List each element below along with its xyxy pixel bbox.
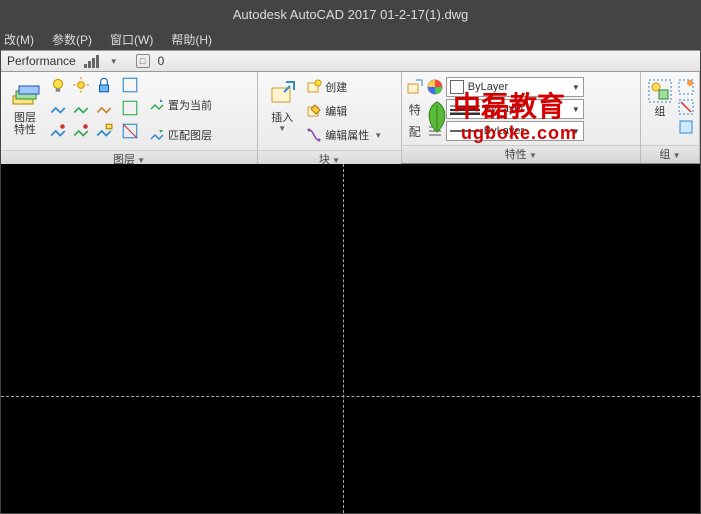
box-icon[interactable]: □ — [136, 54, 150, 68]
layer-tools-grid — [49, 76, 117, 144]
menu-modify[interactable]: 改(M) — [4, 31, 34, 48]
menu-window[interactable]: 窗口(W) — [110, 31, 153, 48]
color-wheel-icon[interactable] — [426, 78, 444, 96]
performance-label: Performance — [7, 54, 76, 68]
props-row2-label: 特 — [406, 101, 424, 118]
layer-unisolate-icon[interactable] — [72, 122, 90, 140]
layer-isolate-icon[interactable] — [49, 122, 67, 140]
layer-square3-icon[interactable] — [121, 122, 139, 140]
edit-block-icon — [306, 103, 322, 119]
insert-icon — [266, 78, 298, 110]
drawing-canvas[interactable] — [1, 164, 700, 513]
ribbon: 图层 特性 置为当前 — [1, 72, 700, 164]
crosshair-horizontal — [1, 396, 700, 397]
layer-stack-icon — [9, 78, 41, 110]
menu-help[interactable]: 帮助(H) — [171, 31, 212, 48]
set-current-icon — [149, 97, 165, 113]
linetype-icon — [450, 127, 480, 135]
edit-attr-button[interactable]: 编辑属性 ▼ — [306, 124, 382, 146]
layer-square2-icon[interactable] — [121, 99, 139, 117]
group-edit-icon[interactable] — [677, 78, 695, 96]
layer-freeze-icon[interactable] — [72, 99, 90, 117]
ungroup-icon[interactable] — [677, 98, 695, 116]
panel-props-title[interactable]: 特性 — [402, 145, 640, 163]
lock-icon[interactable] — [95, 76, 113, 94]
panel-group: 组 组 — [641, 72, 700, 163]
performance-value: 0 — [158, 54, 165, 68]
group-icon — [647, 78, 673, 104]
layer-off-icon[interactable] — [49, 99, 67, 117]
layer-properties-label: 图层 特性 — [14, 112, 36, 136]
set-current-button[interactable]: 置为当前 — [149, 94, 212, 116]
panel-layer: 图层 特性 置为当前 — [1, 72, 258, 163]
bulb-icon[interactable] — [49, 76, 67, 94]
layer-properties-button[interactable]: 图层 特性 — [5, 76, 45, 138]
create-block-button[interactable]: 创建 — [306, 76, 382, 98]
layer-tools-col2 — [121, 76, 143, 144]
props-row3-label: 配 — [406, 123, 424, 140]
create-block-icon — [306, 79, 322, 95]
match-layer-button[interactable]: 匹配图层 — [149, 124, 212, 146]
list-icon[interactable] — [426, 122, 444, 140]
match-layer-icon — [149, 127, 165, 143]
group-button[interactable]: 组 — [645, 76, 675, 120]
panel-properties: ByLayer▼ 特 ByLayer▼ 配 ByLayer▼ 特性 — [402, 72, 641, 163]
crosshair-vertical — [343, 164, 344, 513]
linetype-combo[interactable]: ByLayer▼ — [446, 121, 584, 141]
sun-icon[interactable] — [72, 76, 90, 94]
brush-icon[interactable] — [426, 100, 444, 118]
signal-icon — [84, 54, 102, 68]
panel-group-title[interactable]: 组 — [641, 145, 699, 163]
lineweight-icon — [450, 103, 480, 115]
menu-bar: 改(M) 参数(P) 窗口(W) 帮助(H) — [1, 28, 700, 50]
layer-square-icon[interactable] — [121, 76, 139, 94]
lineweight-combo[interactable]: ByLayer▼ — [446, 99, 584, 119]
group-bbox-icon[interactable] — [677, 118, 695, 136]
color-combo[interactable]: ByLayer▼ — [446, 77, 584, 97]
insert-button[interactable]: 插入 ▼ — [262, 76, 302, 135]
edit-attr-icon — [306, 127, 322, 143]
menu-param[interactable]: 参数(P) — [52, 31, 92, 48]
performance-bar: Performance ▼ □ 0 — [1, 50, 700, 72]
edit-block-button[interactable]: 编辑 — [306, 100, 382, 122]
match-props-icon[interactable] — [406, 78, 424, 96]
title-bar: Autodesk AutoCAD 2017 01-2-17(1).dwg — [1, 1, 700, 28]
layer-walk-icon[interactable] — [95, 122, 113, 140]
layer-lock-icon[interactable] — [95, 99, 113, 117]
panel-block: 插入 ▼ 创建 编辑 编辑属性 ▼ 块 — [258, 72, 402, 163]
